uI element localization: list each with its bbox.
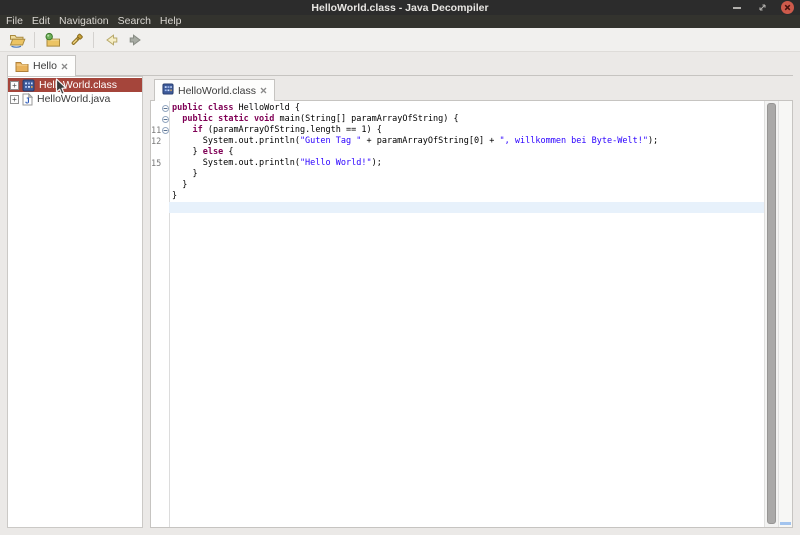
editor-box: public class HelloWorld { public static … [150, 100, 793, 528]
code-editor[interactable]: public class HelloWorld { public static … [151, 101, 764, 527]
expander-icon[interactable]: + [10, 81, 19, 90]
file-tree-panel[interactable]: + HelloWorld.class + J HelloWorld.java [7, 76, 143, 528]
editor-side: HelloWorld.class public class HelloWorld… [150, 76, 793, 528]
code-text: } else { [169, 147, 764, 158]
toolbar-separator [34, 32, 35, 48]
tree-item-label: HelloWorld.java [37, 93, 110, 105]
code-line: 11 if (paramArrayOfString.length == 1) { [151, 125, 764, 136]
close-window-icon [781, 1, 794, 14]
split-panels: + HelloWorld.class + J HelloWorld.java Hello… [7, 76, 793, 528]
menu-help[interactable]: Help [160, 15, 182, 28]
class-file-icon [162, 83, 174, 98]
minimize-icon [733, 7, 741, 9]
overview-ruler [778, 101, 792, 527]
vertical-scrollbar[interactable] [764, 101, 778, 527]
caret-position-marker [780, 522, 791, 525]
code-text: public class HelloWorld { [169, 103, 764, 114]
restore-icon [758, 3, 767, 12]
menu-bar: File Edit Navigation Search Help [0, 15, 800, 28]
toolbar-separator [93, 32, 94, 48]
open-type-button[interactable] [43, 31, 61, 49]
line-number: 15 [151, 159, 161, 169]
code-line: } [151, 180, 764, 191]
search-button[interactable] [67, 31, 85, 49]
line-number: 12 [151, 137, 161, 147]
tree-item-helloworld-class[interactable]: + HelloWorld.class [8, 78, 142, 92]
editor-tab-label: HelloWorld.class [178, 85, 256, 97]
scrollbar-thumb[interactable] [767, 103, 776, 524]
arrow-right-icon [127, 32, 143, 48]
arrow-left-icon [103, 32, 119, 48]
toolbar [0, 28, 800, 52]
code-text: System.out.println("Hello World!"); [169, 158, 764, 169]
tab-helloworld-class[interactable]: HelloWorld.class [154, 79, 275, 101]
code-line: } [151, 169, 764, 180]
fold-collapse-icon[interactable] [161, 127, 169, 134]
toolbar-group [43, 31, 85, 49]
editor-tab-strip: HelloWorld.class [150, 76, 793, 100]
code-line: 15 System.out.println("Hello World!"); [151, 158, 764, 169]
title-bar: HelloWorld.class - Java Decompiler [0, 0, 800, 15]
code-text [169, 202, 764, 213]
class-file-icon [22, 79, 35, 92]
close-button[interactable] [780, 1, 794, 15]
content-area: Hello + HelloWorld.class + J HelloWorld.java… [0, 52, 800, 535]
flashlight-icon [68, 32, 85, 48]
fold-collapse-icon[interactable] [161, 105, 169, 112]
tree-item-helloworld-java[interactable]: + J HelloWorld.java [8, 92, 142, 106]
code-line: } [151, 191, 764, 202]
code-line: public class HelloWorld { [151, 103, 764, 114]
folder-icon [15, 60, 29, 72]
code-line: } else { [151, 147, 764, 158]
code-line: 12 System.out.println("Guten Tag " + par… [151, 136, 764, 147]
code-text: System.out.println("Guten Tag " + paramA… [169, 136, 764, 147]
forward-button[interactable] [126, 31, 144, 49]
menu-edit[interactable]: Edit [32, 15, 50, 28]
close-tab-icon[interactable] [260, 87, 267, 94]
back-button[interactable] [102, 31, 120, 49]
java-decompiler-window: HelloWorld.class - Java Decompiler File E… [0, 0, 800, 535]
code-text: } [169, 191, 764, 202]
window-title: HelloWorld.class - Java Decompiler [311, 2, 488, 14]
toolbar-group [8, 31, 26, 49]
restore-button[interactable] [755, 1, 769, 15]
close-tab-icon[interactable] [61, 63, 68, 70]
menu-navigation[interactable]: Navigation [59, 15, 109, 28]
code-line: public static void main(String[] paramAr… [151, 114, 764, 125]
open-folder-icon [9, 32, 26, 48]
current-line [151, 202, 764, 213]
code-text: } [169, 169, 764, 180]
folder-class-icon [44, 32, 61, 48]
java-file-icon: J [22, 93, 33, 106]
minimize-button[interactable] [730, 1, 744, 15]
tab-hello[interactable]: Hello [7, 55, 76, 76]
toolbar-group [102, 31, 144, 49]
tree-item-label: HelloWorld.class [39, 79, 117, 91]
code-text: if (paramArrayOfString.length == 1) { [169, 125, 764, 136]
line-number: 11 [151, 126, 161, 136]
expander-icon[interactable]: + [10, 95, 19, 104]
code-text: public static void main(String[] paramAr… [169, 114, 764, 125]
menu-file[interactable]: File [6, 15, 23, 28]
open-file-button[interactable] [8, 31, 26, 49]
window-controls [730, 0, 794, 15]
fold-collapse-icon[interactable] [161, 116, 169, 123]
svg-text:J: J [25, 96, 29, 105]
workspace-tab-strip: Hello [7, 53, 793, 76]
workspace-tab-label: Hello [33, 60, 57, 72]
menu-search[interactable]: Search [118, 15, 151, 28]
code-text: } [169, 180, 764, 191]
